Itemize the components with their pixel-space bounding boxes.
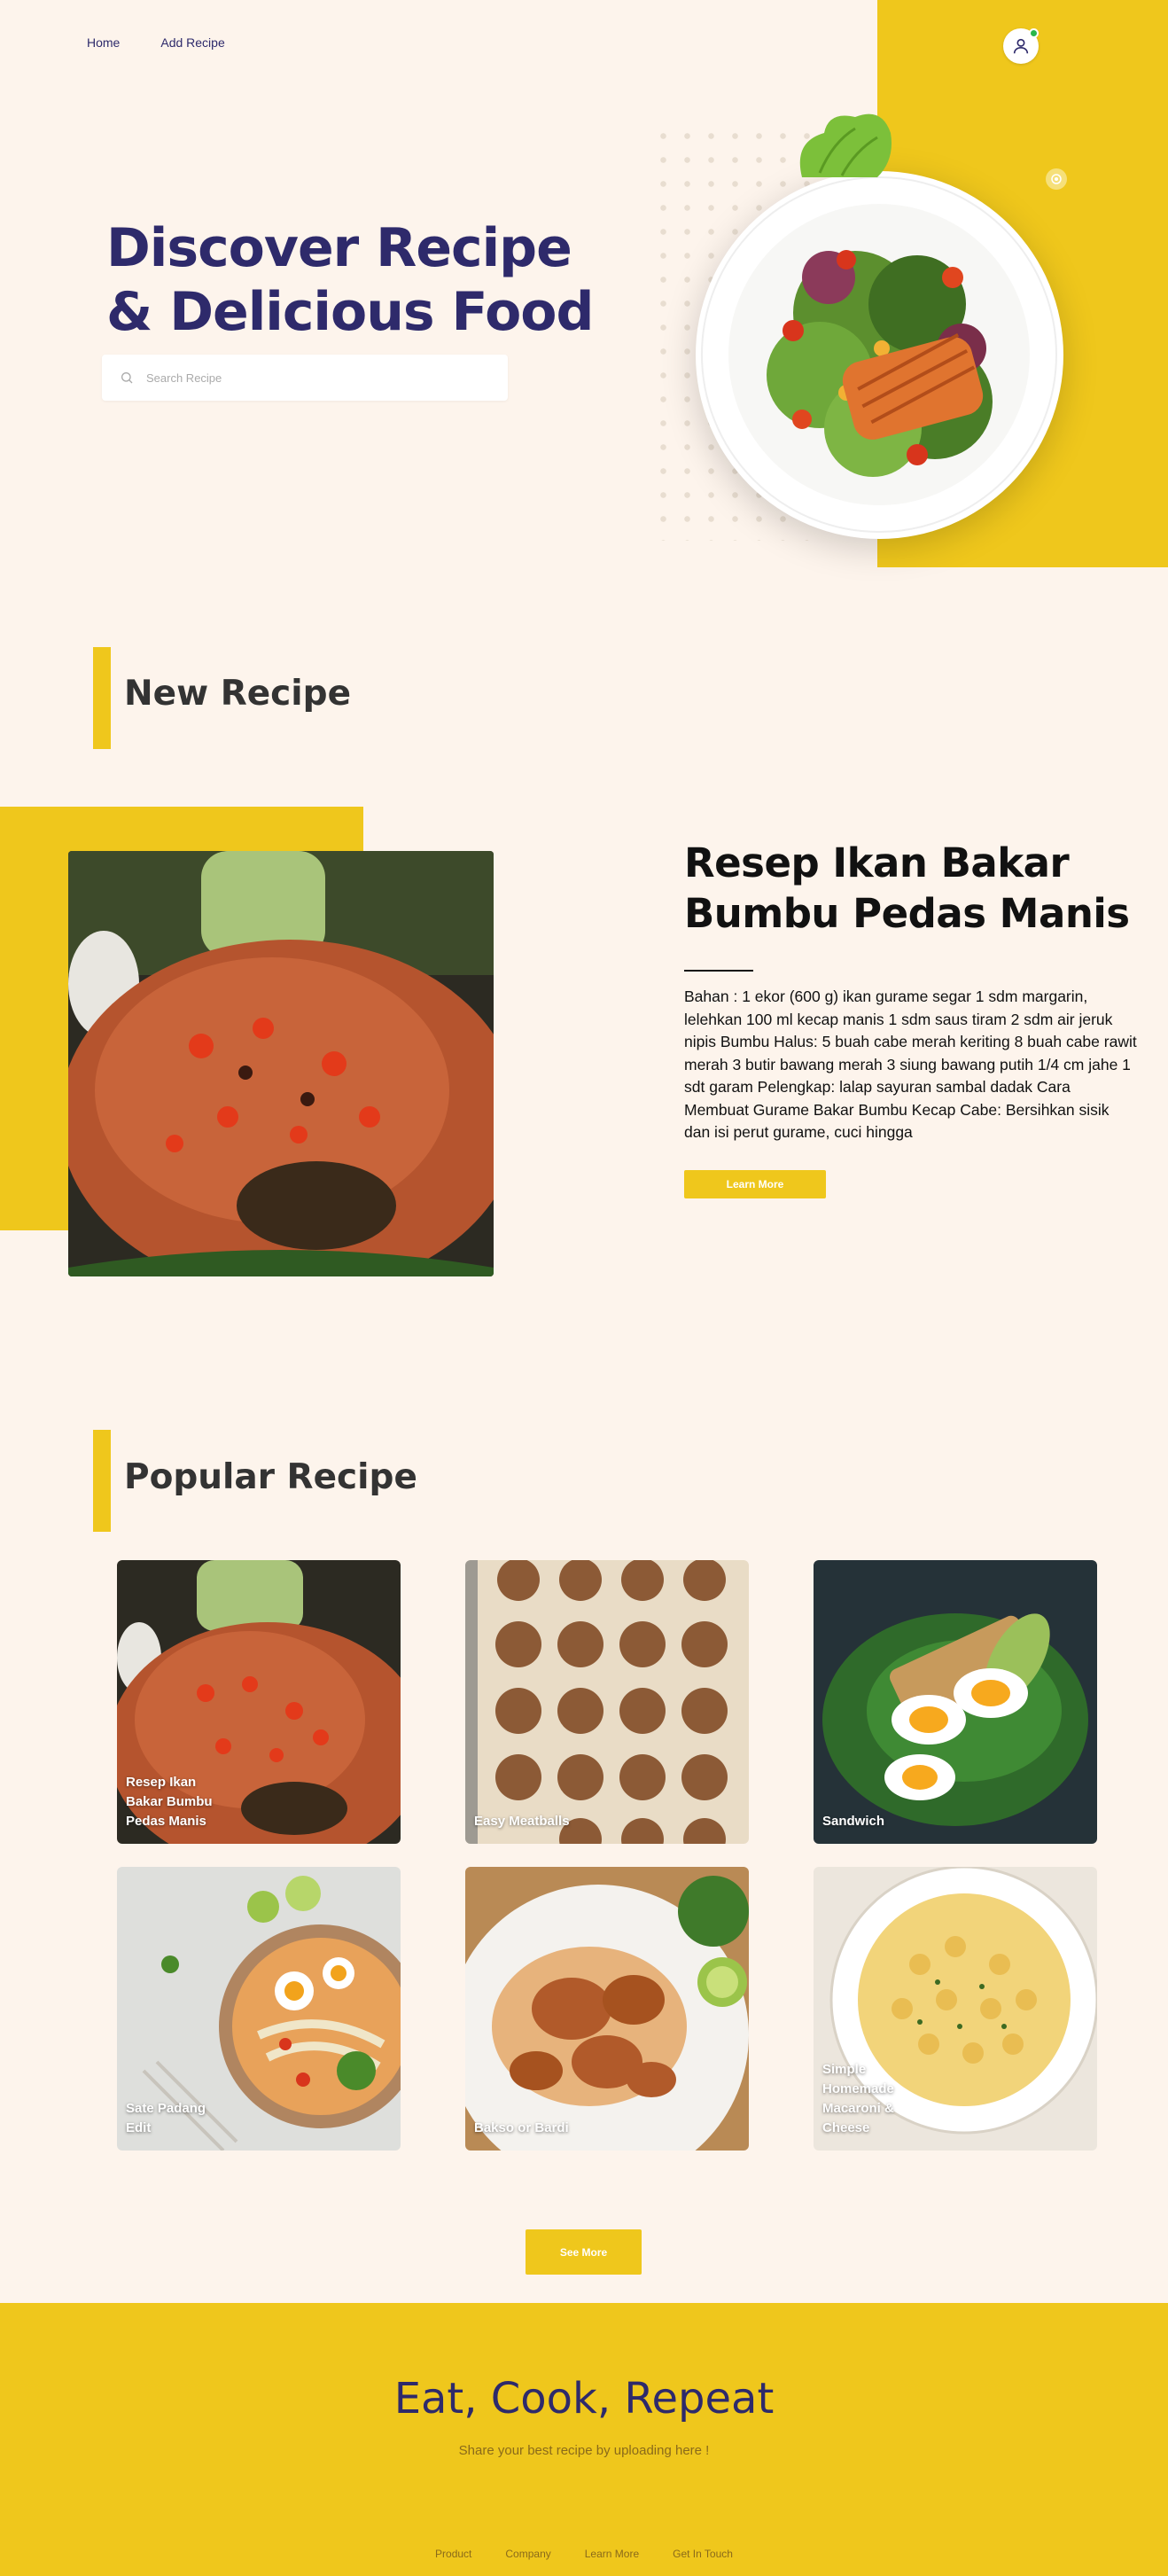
user-avatar-button[interactable] [1003, 28, 1039, 64]
recipe-card[interactable]: Easy Meatballs [465, 1560, 749, 1844]
hero-salad-image [696, 171, 1063, 539]
recipe-card-image [814, 1560, 1097, 1844]
footer-link-get-in-touch[interactable]: Get In Touch [673, 2548, 733, 2560]
recipe-card[interactable]: Resep Ikan Bakar Bumbu Pedas Manis [117, 1560, 401, 1844]
recipe-card[interactable]: Sate Padang Edit [117, 1867, 401, 2151]
learn-more-button[interactable]: Learn More [684, 1170, 826, 1198]
footer-links: Product Company Learn More Get In Touch [0, 2548, 1168, 2560]
recipe-card-label: Easy Meatballs [474, 1814, 570, 1829]
lettuce-decoration [799, 113, 892, 177]
popular-recipe-accent-bar [93, 1430, 111, 1532]
recipe-card-image [465, 1867, 749, 2151]
nav-add-recipe-link[interactable]: Add Recipe [160, 35, 224, 50]
recipe-card-label: Simple Homemade Macaroni & Cheese [822, 2062, 894, 2135]
footer-title: Eat, Cook, Repeat [393, 2374, 775, 2424]
recipe-card-image [465, 1560, 749, 1844]
search-input[interactable] [146, 371, 483, 385]
title-divider [684, 970, 753, 972]
top-nav: Home Add Recipe [87, 35, 225, 50]
new-recipe-section-title: New Recipe [124, 674, 352, 714]
recipe-card[interactable]: Simple Homemade Macaroni & Cheese [814, 1867, 1097, 2151]
footer-subtitle: Share your best recipe by uploading here… [458, 2443, 710, 2458]
footer: Eat, Cook, Repeat Share your best recipe… [0, 2303, 1168, 2576]
new-recipe-accent-bar [93, 647, 111, 749]
decorative-sparkle-icon [1046, 168, 1067, 190]
recipe-card[interactable]: Sandwich [814, 1560, 1097, 1844]
footer-link-company[interactable]: Company [505, 2548, 550, 2560]
recipe-card-label: Bakso or Bardi [474, 2120, 569, 2135]
footer-link-product[interactable]: Product [435, 2548, 471, 2560]
new-recipe-title: Resep Ikan Bakar Bumbu Pedas Manis [684, 839, 1130, 937]
hero-title-line-1: Discover Recipe [106, 217, 572, 279]
new-recipe-description: Bahan : 1 ekor (600 g) ikan gurame segar… [684, 987, 1137, 1141]
recipe-card-label: Sate Padang Edit [126, 2101, 206, 2135]
footer-link-learn-more[interactable]: Learn More [585, 2548, 639, 2560]
new-recipe-image[interactable] [68, 851, 494, 1276]
nav-home-link[interactable]: Home [87, 35, 120, 50]
online-status-icon [1029, 28, 1039, 38]
see-more-button[interactable]: See More [526, 2229, 642, 2275]
recipe-card-label: Resep Ikan Bakar Bumbu Pedas Manis [126, 1775, 213, 1829]
search-bar [102, 355, 508, 401]
hero-title: Discover Recipe & Delicious Food [106, 216, 594, 344]
user-icon [1013, 38, 1029, 54]
recipe-card-label: Sandwich [822, 1814, 885, 1829]
popular-recipe-section-title: Popular Recipe [124, 1457, 417, 1497]
hero-title-line-2: & Delicious Food [106, 281, 594, 343]
search-icon [121, 372, 133, 384]
recipe-card[interactable]: Bakso or Bardi [465, 1867, 749, 2151]
